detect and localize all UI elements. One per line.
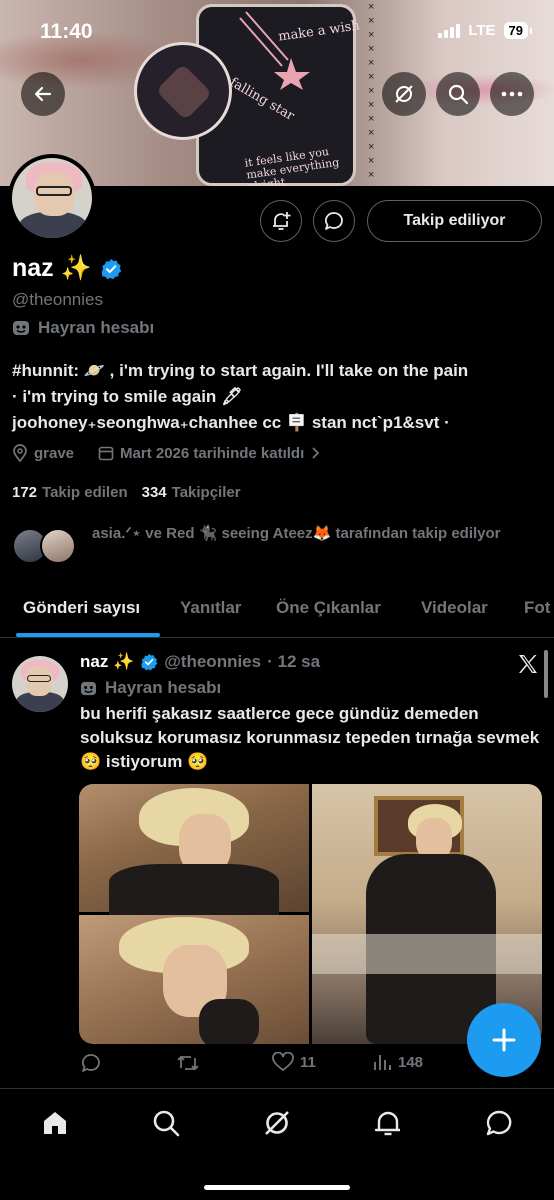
views-icon <box>374 1055 391 1070</box>
bottom-nav <box>0 1088 554 1200</box>
chevron-right-icon[interactable] <box>310 446 320 460</box>
profile-meta: grave Mart 2026 tarihinde katıldı <box>12 444 320 462</box>
notifications-icon <box>374 1111 400 1136</box>
mask-icon <box>80 681 97 695</box>
nav-home[interactable] <box>39 1107 71 1139</box>
plus-icon <box>492 1028 516 1052</box>
calendar-icon <box>98 446 114 461</box>
compose-button[interactable] <box>467 1003 541 1077</box>
post-author-handle[interactable]: @theonnies <box>164 652 261 672</box>
profile-handle: @theonnies <box>12 290 103 309</box>
network-label: LTE <box>468 22 496 39</box>
more-button[interactable] <box>490 72 534 116</box>
scroll-indicator[interactable] <box>544 650 548 698</box>
like-button[interactable]: 11 <box>272 1052 316 1072</box>
messages-icon <box>486 1110 512 1136</box>
profile-tabs: Gönderi sayısı Yanıtlar Öne Çıkanlar Vid… <box>0 584 554 638</box>
post-header: naz ✨ @theonnies · 12 sa <box>80 652 320 672</box>
x-logo-icon <box>516 652 540 683</box>
post-text[interactable]: bu herifi şakasız saatlerce gece gündüz … <box>80 702 540 774</box>
tab-replies[interactable]: Yanıtlar <box>180 598 241 618</box>
home-icon <box>44 1112 66 1134</box>
post-media-grid <box>79 784 542 1044</box>
following-button[interactable]: Takip ediliyor <box>367 200 542 242</box>
following-link[interactable]: 172 Takip edilen <box>12 484 128 501</box>
bell-plus-icon <box>273 212 291 230</box>
search-icon <box>448 84 469 105</box>
profile-avatar[interactable] <box>8 154 96 242</box>
tab-highlights[interactable]: Öne Çıkanlar <box>276 598 381 618</box>
post-author-name[interactable]: naz ✨ <box>80 652 134 672</box>
reply-button[interactable] <box>80 1052 102 1074</box>
follower-avatar <box>40 528 76 564</box>
message-icon <box>325 212 343 230</box>
profile-stats: 172 Takip edilen 334 Takipçiler <box>12 484 241 501</box>
signal-icon <box>438 23 461 38</box>
status-time: 11:40 <box>40 20 93 43</box>
post-avatar[interactable] <box>12 656 68 712</box>
heart-icon <box>272 1052 294 1072</box>
message-button[interactable] <box>313 200 355 242</box>
profile-bio: #hunnit: 🪐 , i'm trying to start again. … <box>12 361 469 432</box>
reply-icon <box>82 1054 100 1072</box>
active-tab-indicator <box>16 633 160 637</box>
verified-icon[interactable] <box>100 258 122 280</box>
nav-notifications[interactable] <box>372 1107 404 1139</box>
tab-photos[interactable]: Fot <box>524 598 550 618</box>
joined-text: Mart 2026 tarihinde katıldı <box>120 444 305 462</box>
home-indicator[interactable] <box>204 1185 350 1190</box>
more-icon <box>501 91 523 97</box>
grok-icon <box>265 1111 289 1135</box>
retweet-icon <box>177 1055 199 1071</box>
followed-by-row[interactable]: asia.ᐟ⋆ ve Red 🐈‍⬛ seeing Ateez🦊 tarafın… <box>12 520 542 568</box>
nav-messages[interactable] <box>483 1107 515 1139</box>
notify-button[interactable] <box>260 200 302 242</box>
post-image-1[interactable] <box>79 784 309 924</box>
status-bar: 11:40 LTE 79 <box>0 0 554 62</box>
tab-posts[interactable]: Gönderi sayısı <box>23 598 140 618</box>
tab-videos[interactable]: Videolar <box>421 598 488 618</box>
nav-grok[interactable] <box>261 1107 293 1139</box>
battery-icon: 79 <box>503 22 533 39</box>
post-time[interactable]: · 12 sa <box>267 652 320 672</box>
profile-name: naz ✨ <box>12 254 92 282</box>
views-button[interactable]: 148 <box>372 1052 423 1072</box>
back-button[interactable] <box>21 72 65 116</box>
like-count: 11 <box>300 1053 316 1071</box>
location-icon <box>13 444 27 462</box>
followers-link[interactable]: 334 Takipçiler <box>142 484 241 501</box>
grok-button[interactable] <box>382 72 426 116</box>
search-icon <box>153 1110 180 1137</box>
fan-account-label: Hayran hesabı <box>12 318 154 338</box>
back-arrow-icon <box>34 86 52 102</box>
verified-icon <box>141 653 158 671</box>
retweet-button[interactable] <box>176 1052 200 1074</box>
followed-by-text: asia.ᐟ⋆ ve Red 🐈‍⬛ seeing Ateez🦊 tarafın… <box>92 525 501 542</box>
mask-icon <box>13 321 29 335</box>
search-button[interactable] <box>436 72 480 116</box>
grok-icon <box>395 85 413 103</box>
post-image-2[interactable] <box>79 915 309 1044</box>
profile-name-row: naz ✨ <box>12 254 122 283</box>
nav-search[interactable] <box>150 1107 182 1139</box>
views-count: 148 <box>398 1053 424 1071</box>
post-fan-label: Hayran hesabı <box>80 678 221 698</box>
location-text: grave <box>34 444 75 462</box>
